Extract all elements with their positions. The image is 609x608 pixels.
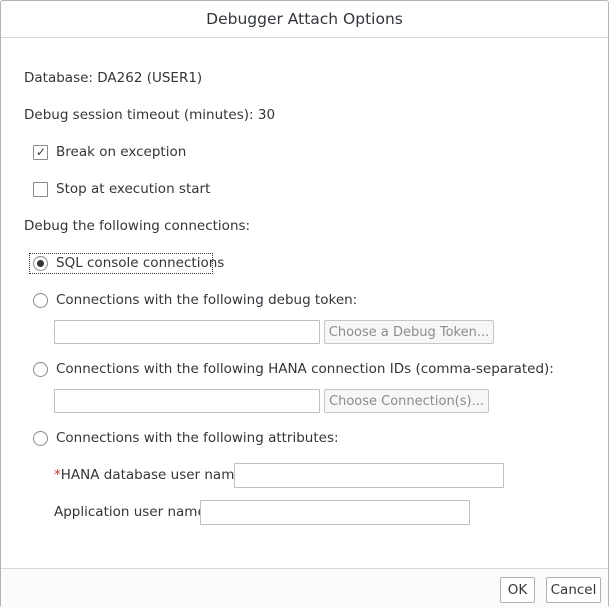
check-icon: ✓ [36,145,47,159]
required-marker: * [54,467,61,483]
ok-button[interactable]: OK [500,577,535,603]
dialog-header: Debugger Attach Options [1,1,608,38]
radio-selected-dot [37,260,44,267]
stop-at-start-checkbox[interactable] [33,182,48,197]
dialog-footer: OK Cancel [1,568,608,608]
sql-console-radio[interactable] [33,256,48,271]
debug-token-input[interactable] [54,320,320,344]
timeout-label: Debug session timeout (minutes): 30 [24,107,276,123]
hana-user-label-text: HANA database user name: [60,467,248,483]
break-on-exception-checkbox[interactable]: ✓ [33,145,48,160]
database-label: Database: DA262 (USER1) [24,70,203,86]
debugger-attach-dialog: Debugger Attach Options Database: DA262 … [0,0,609,608]
app-user-input[interactable] [200,500,470,525]
break-on-exception-label[interactable]: Break on exception [56,144,186,160]
dialog-title: Debugger Attach Options [206,10,403,28]
hana-user-input[interactable] [234,463,504,488]
cancel-button[interactable]: Cancel [546,577,601,603]
connections-heading: Debug the following connections: [24,218,251,234]
connection-ids-label[interactable]: Connections with the following HANA conn… [56,361,554,377]
hana-user-label: *HANA database user name: [54,467,247,483]
attributes-radio[interactable] [33,431,48,446]
connection-ids-radio[interactable] [33,362,48,377]
stop-at-start-label[interactable]: Stop at execution start [56,181,210,197]
connection-ids-input[interactable] [54,389,320,413]
debug-token-radio[interactable] [33,293,48,308]
app-user-label: Application user name: [54,504,211,520]
choose-debug-token-button[interactable]: Choose a Debug Token... [324,320,494,344]
choose-connections-button[interactable]: Choose Connection(s)... [324,389,489,413]
attributes-label[interactable]: Connections with the following attribute… [56,430,339,446]
sql-console-label[interactable]: SQL console connections [56,255,224,271]
debug-token-label[interactable]: Connections with the following debug tok… [56,292,357,308]
